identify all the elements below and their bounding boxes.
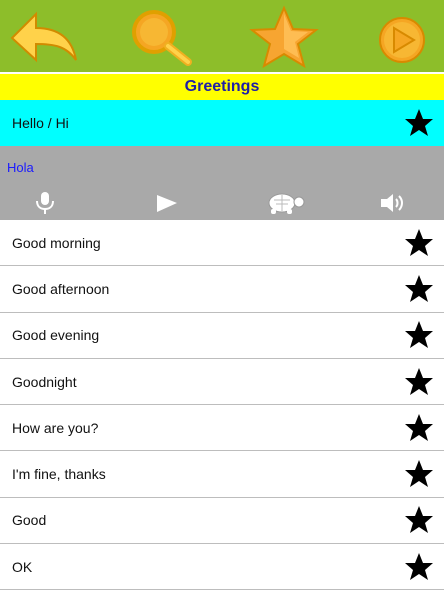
phrase-label: I'm fine, thanks xyxy=(12,466,106,483)
star-icon[interactable] xyxy=(404,413,434,443)
list-item[interactable]: Goodnight xyxy=(0,358,444,406)
magnifier-icon xyxy=(132,10,192,66)
star-icon[interactable] xyxy=(404,552,434,582)
back-button[interactable] xyxy=(6,0,82,72)
selected-phrase-label: Hello / Hi xyxy=(12,115,69,131)
play-circle-icon xyxy=(379,17,425,63)
translation-panel: Hola xyxy=(0,146,444,220)
sound-button[interactable] xyxy=(378,190,408,216)
star-icon[interactable] xyxy=(404,459,434,489)
search-button[interactable] xyxy=(124,0,204,72)
phrase-label: Goodnight xyxy=(12,373,77,390)
phrase-list: Good morning Good afternoon Good evening… xyxy=(0,220,444,591)
list-item[interactable]: How are you? xyxy=(0,405,444,452)
list-item[interactable]: Good morning xyxy=(0,220,444,267)
star-icon[interactable] xyxy=(404,367,434,397)
phrase-label: Good evening xyxy=(12,327,100,344)
list-item[interactable]: OK xyxy=(0,544,444,591)
favorites-button[interactable] xyxy=(244,0,324,72)
play-icon xyxy=(157,195,177,212)
phrase-label: How are you? xyxy=(12,419,99,436)
record-button[interactable] xyxy=(30,190,60,216)
star-icon[interactable] xyxy=(404,274,434,304)
microphone-icon xyxy=(36,192,54,214)
star-icon[interactable] xyxy=(404,108,434,138)
translation-text: Hola xyxy=(7,160,34,175)
star-icon[interactable] xyxy=(404,505,434,535)
top-toolbar xyxy=(0,0,444,72)
list-item[interactable]: Good xyxy=(0,497,444,545)
play-all-button[interactable] xyxy=(372,0,438,72)
star-icon[interactable] xyxy=(404,228,434,258)
section-title: Greetings xyxy=(184,78,260,95)
list-item[interactable]: Good evening xyxy=(0,312,444,359)
back-arrow-icon xyxy=(10,11,77,63)
list-item[interactable]: Good afternoon xyxy=(0,266,444,313)
phrase-label: Good afternoon xyxy=(12,280,110,297)
list-item[interactable]: I'm fine, thanks xyxy=(0,451,444,498)
speaker-icon xyxy=(381,194,403,212)
selected-phrase-row[interactable]: Hello / Hi xyxy=(0,100,444,146)
section-title-bar: Greetings xyxy=(0,72,444,100)
phrase-label: Good morning xyxy=(12,234,101,251)
star-icon[interactable] xyxy=(404,320,434,350)
slow-play-button[interactable] xyxy=(262,190,306,216)
phrase-label: OK xyxy=(12,558,33,575)
star-icon xyxy=(249,5,319,69)
play-button[interactable] xyxy=(151,190,181,216)
turtle-icon xyxy=(268,193,305,214)
phrase-label: Good xyxy=(12,512,47,529)
